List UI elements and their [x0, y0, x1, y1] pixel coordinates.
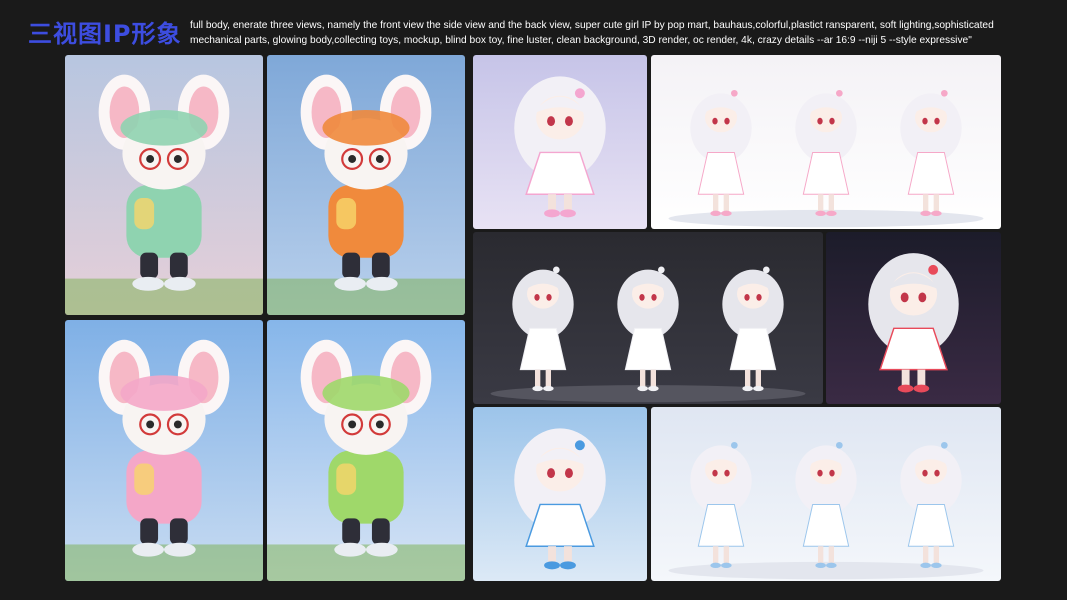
bunny-figure-cap-front-illustration [65, 320, 263, 581]
grass-ground [65, 544, 263, 581]
girl-figure-three-views-white-illustration [651, 55, 1001, 229]
girl-figure-three-views-blue-illustration [651, 407, 1001, 581]
tile-bunny-cap-walking [267, 320, 465, 581]
tile-bunny-scarf-side [267, 55, 465, 315]
bunny-figure-cap-walking-illustration [267, 320, 465, 581]
girl-figure-pink-dress-illustration [473, 55, 647, 229]
tile-girl-stage-red [826, 232, 1001, 404]
tile-girl-three-views-white [651, 55, 1001, 229]
bunny-figure-scarf-side-illustration [267, 55, 465, 315]
tile-girl-pink-dress [473, 55, 647, 229]
grass-ground [267, 544, 465, 581]
tile-girl-three-views-blue [651, 407, 1001, 581]
girl-figure-stage-red-illustration [826, 232, 1001, 404]
grass-ground [267, 278, 465, 315]
prompt-text: full body, enerate three views, namely t… [190, 20, 994, 46]
girl-figure-blue-hat-illustration [473, 407, 647, 581]
grass-ground [65, 278, 263, 315]
page-title: 三视图IP形象 [28, 20, 182, 48]
tile-bunny-glasses-front [65, 55, 263, 315]
girl-figure-three-views-dark-illustration [473, 232, 823, 404]
tile-girl-three-views-dark [473, 232, 823, 404]
tile-girl-blue-hat [473, 407, 647, 581]
tile-bunny-cap-front [65, 320, 263, 581]
bunny-figure-glasses-front-illustration [65, 55, 263, 315]
